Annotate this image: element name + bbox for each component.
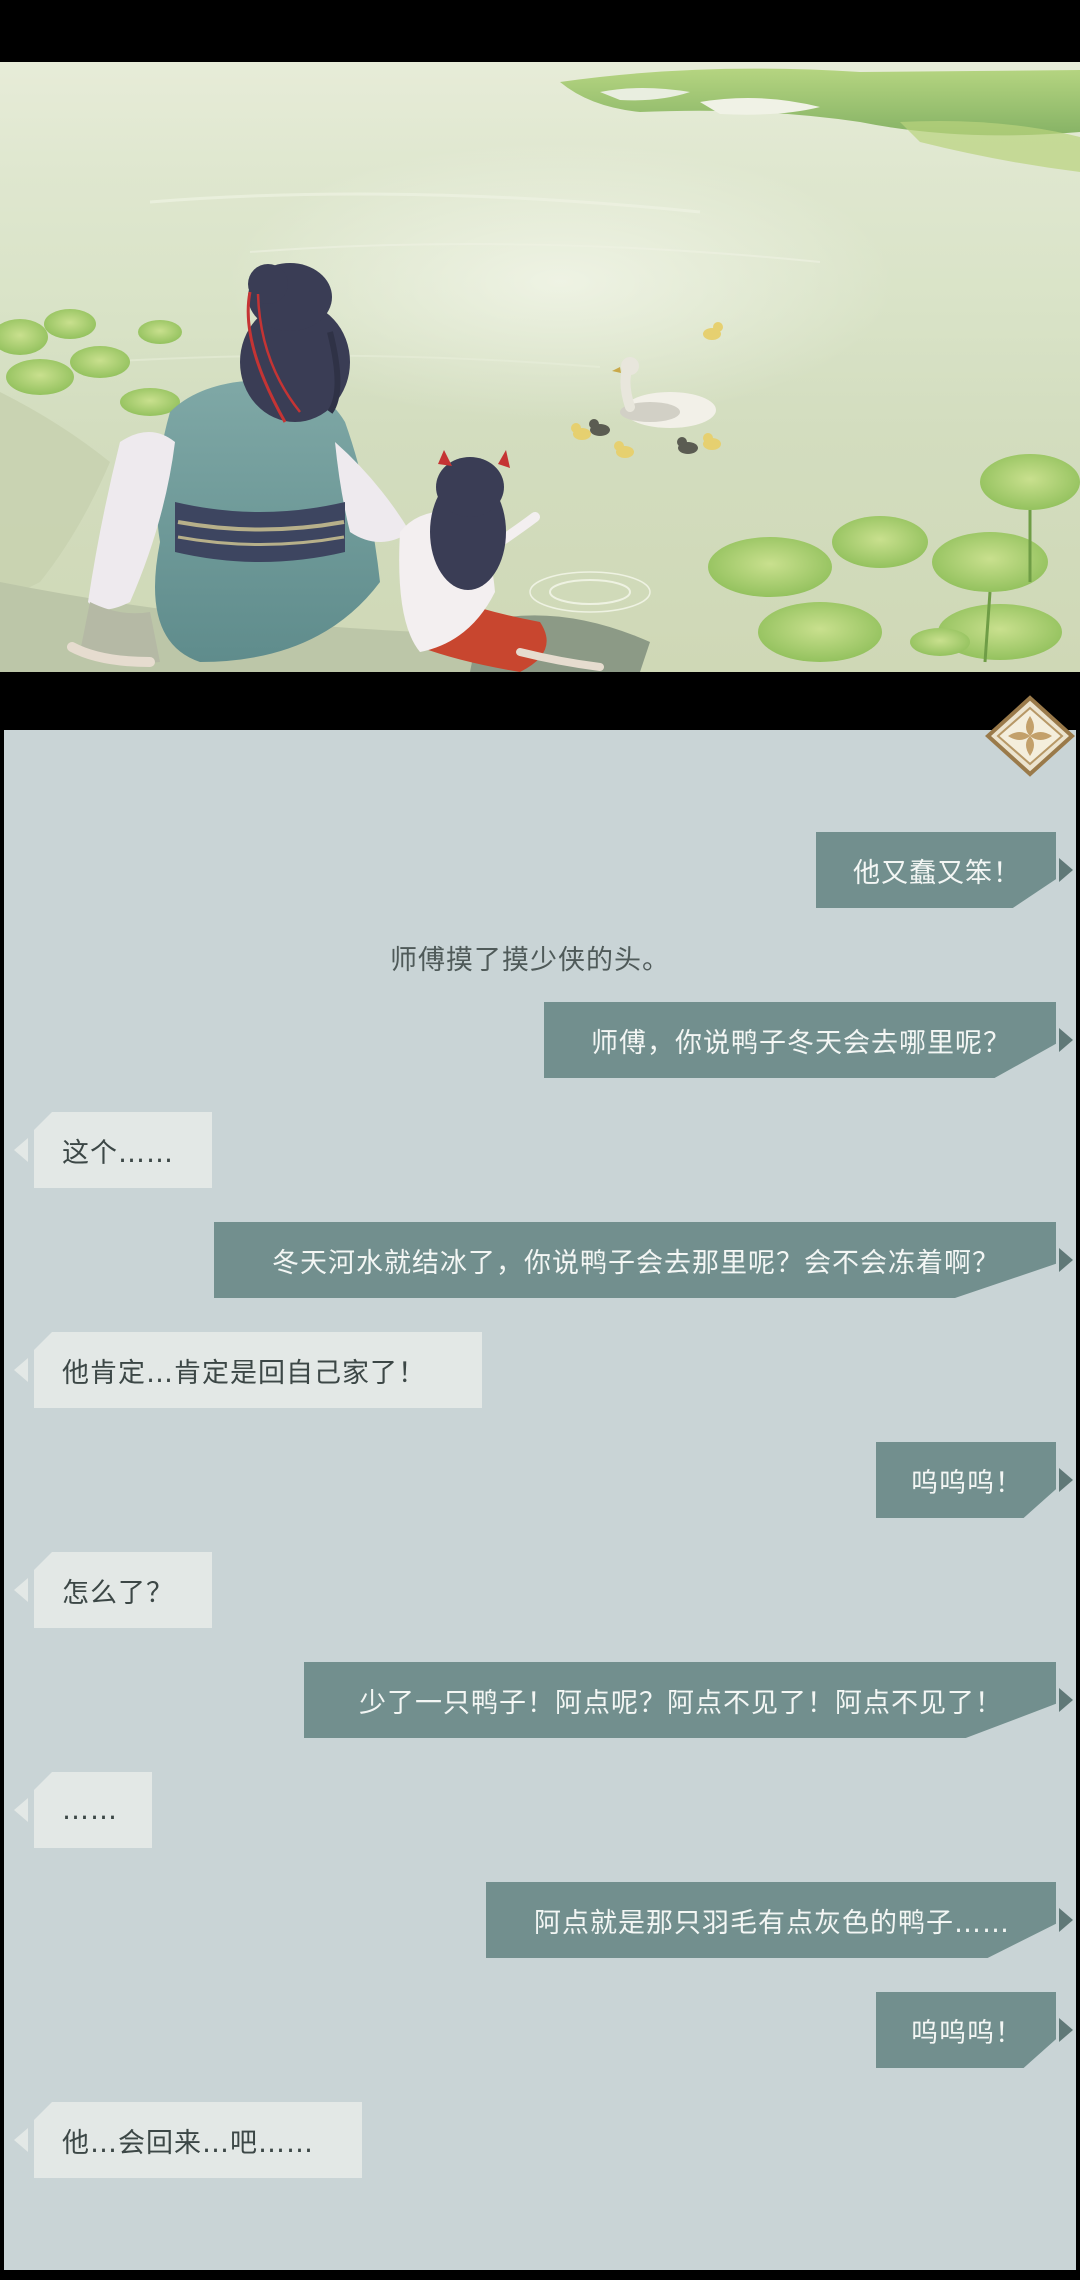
- bubble-text: 他又蠢又笨！: [853, 857, 1021, 889]
- bubble-text: 他肯定…肯定是回自己家了！: [62, 1357, 426, 1389]
- speaker-arrow-icon: [1059, 1688, 1073, 1712]
- speaker-arrow-icon: [1059, 1468, 1073, 1492]
- speaker-arrow-icon: [14, 1358, 28, 1382]
- bubble-text: 冬天河水就结冰了，你说鸭子会去那里呢？会不会冻着啊？: [272, 1247, 1000, 1279]
- master-bubble: 这个……: [34, 1112, 212, 1188]
- speaker-arrow-icon: [14, 1798, 28, 1822]
- bubble-text: 怎么了？: [62, 1577, 174, 1609]
- player-bubble: 师傅，你说鸭子冬天会去哪里呢？: [544, 1002, 1056, 1078]
- bubble-text: 呜呜呜！: [911, 2017, 1023, 2049]
- speaker-arrow-icon: [1059, 858, 1073, 882]
- ornate-diamond-close-icon: [985, 695, 1075, 777]
- scene-art: [0, 68, 1080, 672]
- bubble-text: 阿点就是那只羽毛有点灰色的鸭子……: [534, 1907, 1010, 1939]
- player-bubble: 冬天河水就结冰了，你说鸭子会去那里呢？会不会冻着啊？: [214, 1222, 1056, 1298]
- bubble-text: 师傅，你说鸭子冬天会去哪里呢？: [591, 1027, 1011, 1059]
- player-bubble: 少了一只鸭子！阿点呢？阿点不见了！阿点不见了！: [304, 1662, 1056, 1738]
- speaker-arrow-icon: [14, 1578, 28, 1602]
- player-bubble: 呜呜呜！: [876, 1442, 1056, 1518]
- duck-mother: [612, 357, 716, 428]
- narration-text: 师傅摸了摸少侠的头。: [390, 945, 670, 976]
- speaker-arrow-icon: [1059, 1908, 1073, 1932]
- player-bubble: 阿点就是那只羽毛有点灰色的鸭子……: [486, 1882, 1056, 1958]
- player-bubble: 呜呜呜！: [876, 1992, 1056, 2068]
- master-bubble: 他肯定…肯定是回自己家了！: [34, 1332, 482, 1408]
- speaker-arrow-icon: [14, 2128, 28, 2152]
- speaker-arrow-icon: [1059, 1028, 1073, 1052]
- bubble-text: 他…会回来…吧……: [62, 2127, 314, 2159]
- dialogue-panel[interactable]: 他又蠢又笨！ 师傅摸了摸少侠的头。 师傅，你说鸭子冬天会去哪里呢？ 这个…… 冬…: [4, 730, 1076, 2270]
- master-figure: [67, 263, 410, 667]
- speaker-arrow-icon: [14, 1138, 28, 1162]
- ducklings: [571, 322, 723, 458]
- player-bubble: 他又蠢又笨！: [816, 832, 1056, 908]
- master-bubble: 他…会回来…吧……: [34, 2102, 362, 2178]
- bubble-text: 呜呜呜！: [911, 1467, 1023, 1499]
- master-bubble: 怎么了？: [34, 1552, 212, 1628]
- close-button[interactable]: [984, 694, 1076, 778]
- speaker-arrow-icon: [1059, 2018, 1073, 2042]
- bubble-text: 少了一只鸭子！阿点呢？阿点不见了！阿点不见了！: [359, 1687, 1003, 1719]
- master-bubble: ……: [34, 1772, 152, 1848]
- scene-illustration: [0, 62, 1080, 672]
- bubble-text: ……: [62, 1794, 118, 1826]
- bubble-text: 这个……: [62, 1137, 174, 1169]
- speaker-arrow-icon: [1059, 1248, 1073, 1272]
